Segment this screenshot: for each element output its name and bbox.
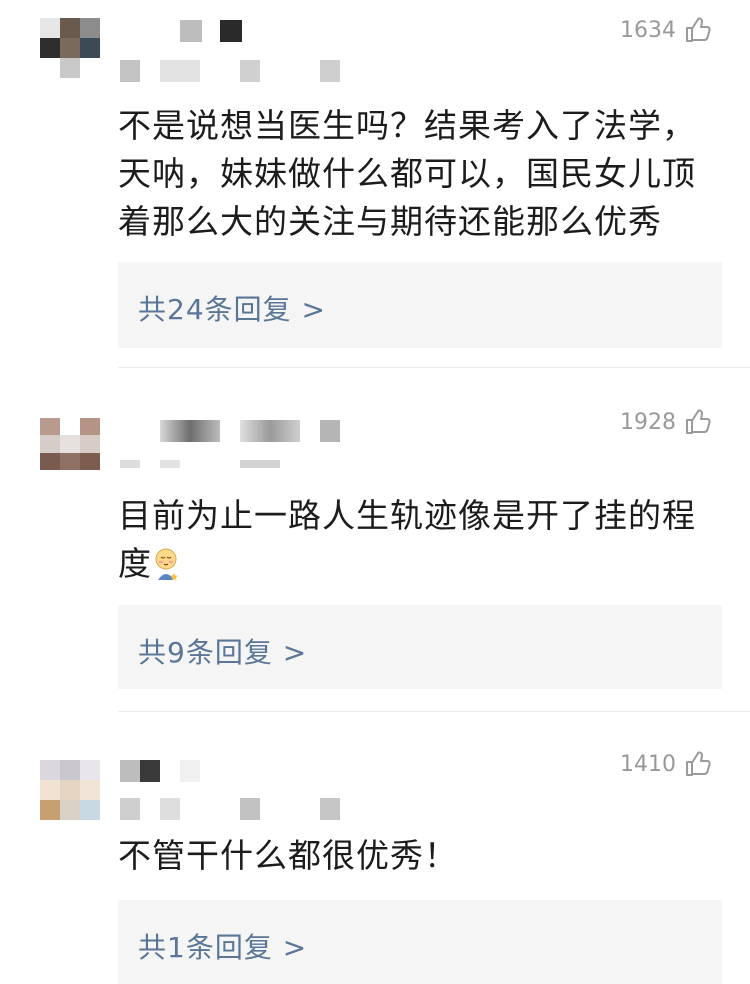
like-button[interactable]: 1634 <box>620 16 712 44</box>
reply-summary[interactable]: 共9条回复 > <box>118 605 722 689</box>
avatar[interactable] <box>40 18 100 78</box>
username-obscured[interactable] <box>120 420 350 442</box>
comment-text: 不是说想当医生吗？结果考入了法学，天呐，妹妹做什么都可以，国民女儿顶着那么大的关… <box>118 106 696 241</box>
thumbs-up-icon <box>686 17 711 42</box>
reply-summary[interactable]: 共1条回复 > <box>118 900 722 984</box>
username-obscured[interactable] <box>120 20 250 42</box>
comment-item: 1410 不管干什么都很优秀！ 共1条回复 > <box>0 712 750 984</box>
avatar[interactable] <box>40 418 100 470</box>
comment-item: 1928 目前为止一路人生轨迹像是开了挂的程度 共9条回复 > <box>0 368 750 710</box>
like-count: 1928 <box>620 409 676 435</box>
avatar[interactable] <box>40 760 100 820</box>
comment-text: 目前为止一路人生轨迹像是开了挂的程度 <box>118 496 696 583</box>
reply-summary[interactable]: 共24条回复 > <box>118 262 722 348</box>
comment-text: 不管干什么都很优秀！ <box>118 836 458 875</box>
like-button[interactable]: 1928 <box>620 408 712 436</box>
thumbs-up-icon <box>686 751 711 776</box>
like-button[interactable]: 1410 <box>620 750 712 778</box>
like-count: 1410 <box>620 751 676 777</box>
view-replies-link[interactable]: 共9条回复 > <box>138 631 307 671</box>
comment-meta-obscured <box>120 798 340 820</box>
thumbs-up-icon <box>686 409 711 434</box>
like-count: 1634 <box>620 17 676 43</box>
comment-item: 1634 不是说想当医生吗？结果考入了法学，天呐，妹妹做什么都可以，国民女儿顶着… <box>0 0 750 360</box>
blush-emoji-icon <box>152 546 182 581</box>
comment-meta-obscured <box>120 460 290 468</box>
view-replies-link[interactable]: 共1条回复 > <box>138 926 307 966</box>
username-obscured[interactable] <box>120 760 210 782</box>
comment-meta-obscured <box>120 60 340 82</box>
view-replies-link[interactable]: 共24条回复 > <box>138 288 326 328</box>
